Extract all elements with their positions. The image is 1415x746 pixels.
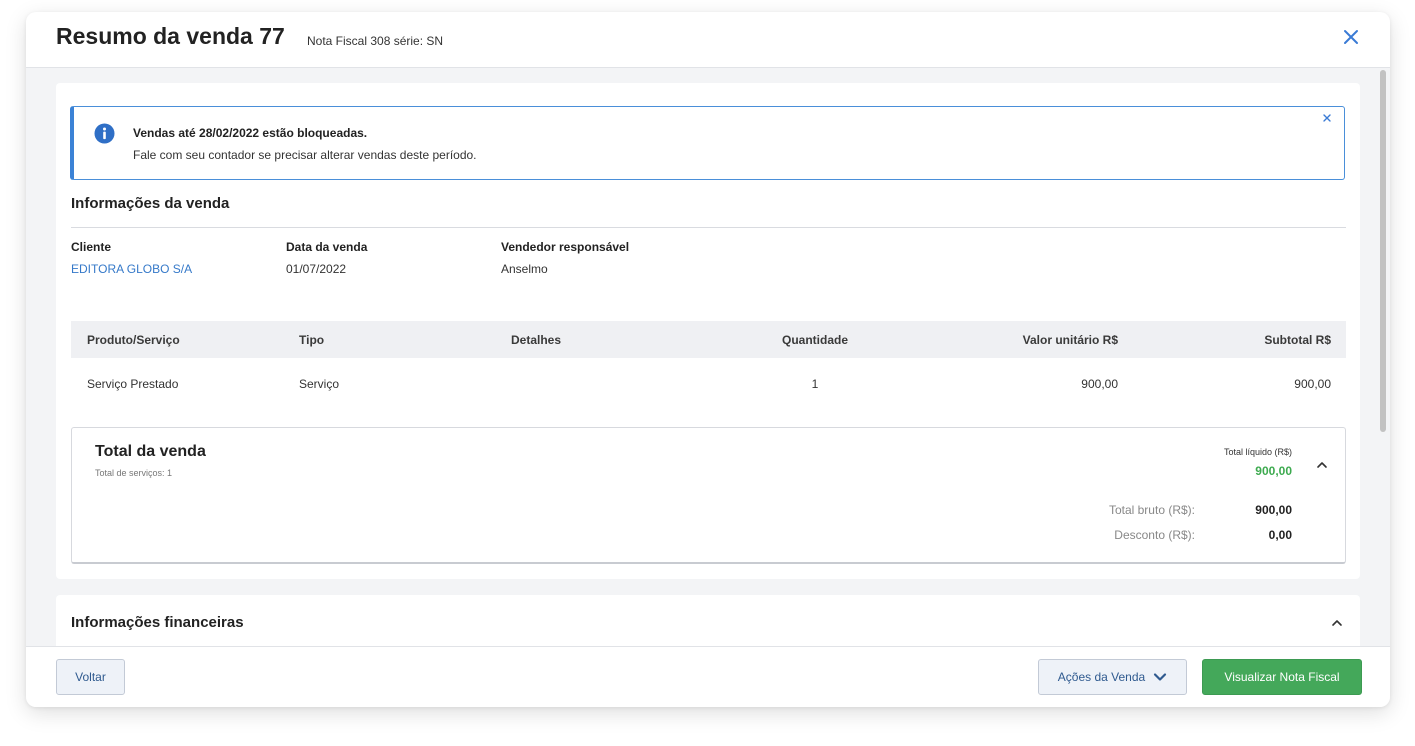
close-icon[interactable] — [1340, 26, 1362, 48]
sale-details-card: Vendas até 28/02/2022 estão bloqueadas. … — [56, 83, 1360, 579]
sale-summary-modal: Resumo da venda 77 Nota Fiscal 308 série… — [26, 12, 1390, 707]
sale-actions-dropdown[interactable]: Ações da Venda — [1038, 659, 1187, 695]
gross-total-value: 900,00 — [1255, 503, 1292, 517]
net-total-value: 900,00 — [1255, 464, 1292, 478]
seller-value: Anselmo — [501, 262, 548, 276]
col-header-unit-price: Valor unitário R$ — [1022, 333, 1118, 347]
total-title: Total da venda — [95, 443, 206, 460]
modal-footer: Voltar Ações da Venda Visualizar Nota Fi… — [26, 646, 1390, 707]
gross-total-label: Total bruto (R$): — [1108, 503, 1195, 517]
financial-info-title: Informações financeiras — [71, 614, 244, 631]
scrollbar[interactable] — [1379, 68, 1387, 648]
back-button-label: Voltar — [75, 670, 106, 684]
page-title: Resumo da venda 77 — [56, 23, 285, 49]
col-header-subtotal: Subtotal R$ — [1264, 333, 1331, 347]
invoice-subtitle: Nota Fiscal 308 série: SN — [307, 34, 444, 48]
discount-value: 0,00 — [1268, 528, 1292, 542]
divider — [71, 227, 1346, 228]
chevron-up-icon[interactable] — [1330, 616, 1344, 628]
col-header-quantity: Quantidade — [781, 333, 848, 347]
cell-subtotal: 900,00 — [1294, 377, 1331, 391]
alert-text: Fale com seu contador se precisar altera… — [133, 148, 477, 162]
sale-total-panel: Total da venda Total de serviços: 1 Tota… — [71, 427, 1346, 564]
view-invoice-label: Visualizar Nota Fiscal — [1224, 670, 1340, 684]
info-icon — [94, 123, 115, 144]
net-total-label: Total líquido (R$) — [1223, 447, 1292, 457]
cell-product: Serviço Prestado — [87, 377, 179, 391]
financial-info-card: Informações financeiras — [56, 595, 1360, 647]
alert-title: Vendas até 28/02/2022 estão bloqueadas. — [133, 126, 368, 140]
table-row: Serviço Prestado Serviço 1 900,00 900,00 — [71, 358, 1346, 408]
col-header-product: Produto/Serviço — [87, 333, 180, 347]
cell-quantity: 1 — [811, 377, 819, 391]
blocked-sales-alert: Vendas até 28/02/2022 estão bloqueadas. … — [70, 106, 1345, 180]
col-header-details: Detalhes — [511, 333, 562, 347]
discount-label: Desconto (R$): — [1114, 528, 1195, 542]
items-table-header: Produto/Serviço Tipo Detalhes Quantidade… — [71, 321, 1346, 358]
cell-type: Serviço — [299, 377, 340, 391]
services-count: Total de serviços: 1 — [95, 468, 173, 478]
scrollbar-thumb[interactable] — [1380, 70, 1386, 432]
back-button[interactable]: Voltar — [56, 659, 125, 695]
sale-info-title: Informações da venda — [71, 195, 230, 212]
view-invoice-button[interactable]: Visualizar Nota Fiscal — [1202, 659, 1362, 695]
seller-label: Vendedor responsável — [501, 240, 630, 254]
alert-close-icon[interactable] — [1320, 111, 1334, 125]
chevron-up-icon[interactable] — [1315, 458, 1329, 470]
modal-body: Vendas até 28/02/2022 estão bloqueadas. … — [26, 68, 1390, 647]
chevron-down-icon — [1154, 673, 1167, 681]
sale-date-label: Data da venda — [286, 240, 368, 254]
col-header-type: Tipo — [299, 333, 325, 347]
client-link[interactable]: EDITORA GLOBO S/A — [71, 262, 192, 276]
sale-actions-label: Ações da Venda — [1057, 670, 1146, 684]
cell-unit-price: 900,00 — [1081, 377, 1118, 391]
client-label: Cliente — [71, 240, 112, 254]
modal-header: Resumo da venda 77 Nota Fiscal 308 série… — [26, 12, 1390, 68]
sale-date-value: 01/07/2022 — [286, 262, 347, 276]
